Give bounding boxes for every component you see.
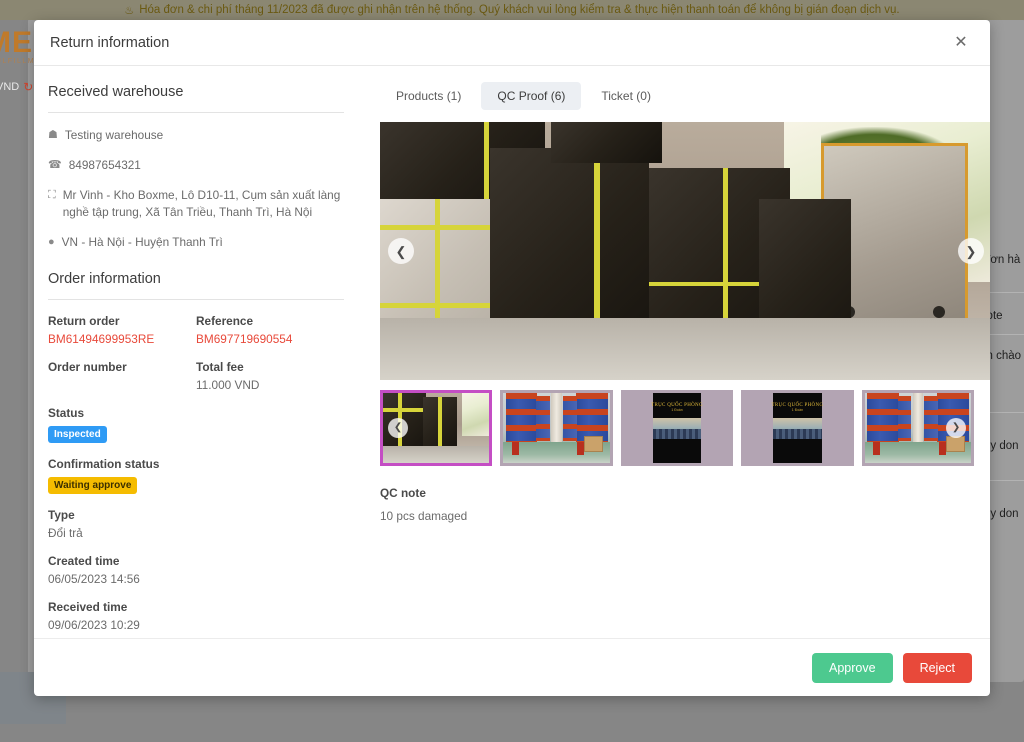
- status-badge: Inspected: [48, 426, 107, 444]
- warehouse-name-row: ☗ Testing warehouse: [48, 127, 344, 144]
- modal-title: Return information: [50, 34, 170, 51]
- arrow-right-circle-icon[interactable]: ❯: [958, 238, 984, 264]
- return-information-modal: Return information ✕ Received warehouse …: [34, 20, 990, 696]
- type-label: Type: [48, 508, 75, 523]
- received-time-value: 09/06/2023 10:29: [48, 618, 140, 633]
- return-order-label: Return order: [48, 314, 120, 329]
- currency-label: VND: [0, 81, 20, 93]
- field-reference: Reference BM697719690554: [196, 314, 344, 346]
- alert-banner-text: Hóa đơn & chi phí tháng 11/2023 đã được …: [139, 4, 900, 16]
- field-status: Status Inspected: [48, 406, 344, 444]
- approve-button[interactable]: Approve: [812, 652, 893, 683]
- field-order-number: Order number: [48, 360, 196, 392]
- warehouse-name: Testing warehouse: [64, 128, 164, 142]
- modal-body: Received warehouse ☗ Testing warehouse ☎…: [34, 66, 990, 638]
- warehouse-address-row: ⛶ Mr Vinh - Kho Boxme, Lô D10-11, Cụm sả…: [48, 187, 344, 221]
- field-received-time: Received time 09/06/2023 10:29: [48, 600, 344, 632]
- portrait-banner-text: TRỤC QUỐC PHÒNG: [771, 402, 824, 408]
- arrow-left-circle-icon[interactable]: ❮: [388, 238, 414, 264]
- reference-value[interactable]: BM697719690554: [196, 332, 344, 346]
- received-time-label: Received time: [48, 600, 128, 615]
- brand-logo: ME: [0, 26, 33, 59]
- received-warehouse-heading: Received warehouse: [48, 84, 344, 113]
- return-order-value[interactable]: BM61494699953RE: [48, 332, 196, 346]
- status-label: Status: [48, 406, 85, 421]
- left-details-column: Received warehouse ☗ Testing warehouse ☎…: [34, 66, 364, 638]
- field-type: Type Đổi trả: [48, 508, 344, 540]
- portrait-banner-subtext: 1 Đoàn: [791, 408, 804, 413]
- refresh-icon[interactable]: ↻: [23, 80, 33, 94]
- arrow-left-circle-icon[interactable]: ❮: [388, 418, 408, 438]
- type-value: Đổi trả: [48, 526, 83, 541]
- thumbnail-item[interactable]: TRỤC QUỐC PHÒNG 1 Đoàn: [620, 390, 734, 466]
- order-number-label: Order number: [48, 360, 127, 375]
- modal-footer: Approve Reject: [34, 638, 990, 696]
- contact-card-icon: ⛶: [48, 189, 56, 202]
- field-created-time: Created time 06/05/2023 14:56: [48, 554, 344, 586]
- tab-products[interactable]: Products (1): [380, 82, 477, 110]
- qc-proof-column: Products (1) QC Proof (6) Ticket (0) ❮ ❯…: [364, 66, 990, 638]
- field-total-fee: Total fee 11.000 VND: [196, 360, 344, 392]
- qc-note-label: QC note: [380, 486, 426, 500]
- close-icon[interactable]: ✕: [950, 32, 972, 54]
- bell-icon: ♨: [124, 4, 135, 17]
- warehouse-region: VN - Hà Nội - Huyện Thanh Trì: [61, 235, 223, 250]
- order-fields: Return order BM61494699953RE Reference B…: [48, 314, 344, 638]
- thumbnail-item[interactable]: ❯: [861, 390, 975, 466]
- order-information-heading: Order information: [48, 271, 344, 301]
- warehouse-phone: 84987654321: [68, 158, 141, 173]
- tab-qc-proof[interactable]: QC Proof (6): [481, 82, 582, 110]
- qc-note-value: 10 pcs damaged: [380, 509, 468, 523]
- modal-header: Return information ✕: [34, 20, 990, 66]
- map-pin-icon: ●: [48, 236, 55, 249]
- reference-label: Reference: [196, 314, 254, 329]
- thumbnail-item[interactable]: TRỤC QUỐC PHÒNG 1 Đoàn: [741, 390, 854, 466]
- arrow-right-circle-icon[interactable]: ❯: [946, 418, 967, 438]
- total-fee-label: Total fee: [196, 360, 244, 375]
- warehouse-address: Mr Vinh - Kho Boxme, Lô D10-11, Cụm sản …: [62, 188, 341, 220]
- portrait-banner-text: TRỤC QUỐC PHÒNG: [651, 402, 703, 408]
- created-time-value: 06/05/2023 14:56: [48, 572, 140, 587]
- phone-icon: ☎: [48, 159, 62, 172]
- created-time-label: Created time: [48, 554, 120, 569]
- warehouse-phone-row: ☎ 84987654321: [48, 157, 344, 174]
- thumbnail-item[interactable]: ❮: [380, 390, 493, 466]
- currency-indicator: VND ↻: [0, 80, 33, 94]
- field-confirmation-status: Confirmation status Waiting approve: [48, 457, 344, 495]
- thumbnail-item[interactable]: [500, 390, 613, 466]
- field-return-order: Return order BM61494699953RE: [48, 314, 196, 346]
- confirmation-status-label: Confirmation status: [48, 457, 160, 472]
- tab-bar: Products (1) QC Proof (6) Ticket (0): [380, 82, 974, 110]
- confirmation-status-badge: Waiting approve: [48, 477, 138, 495]
- image-viewer[interactable]: ❮ ❯: [380, 122, 990, 380]
- thumbnail-strip: ❮ TRỤC QUỐC PHÒNG 1 Đoàn TRỤC QUỐC PHÒNG…: [380, 390, 975, 466]
- viewer-image: [380, 122, 990, 380]
- system-alert-banner: ♨ Hóa đơn & chi phí tháng 11/2023 đã đượ…: [0, 0, 1024, 20]
- portrait-banner-subtext: 1 Đoàn: [671, 408, 683, 413]
- warehouse-region-row: ● VN - Hà Nội - Huyện Thanh Trì: [48, 234, 344, 251]
- tab-ticket[interactable]: Ticket (0): [585, 82, 667, 110]
- total-fee-value: 11.000 VND: [196, 378, 260, 393]
- warehouse-icon: ☗: [48, 129, 58, 141]
- reject-button[interactable]: Reject: [902, 652, 972, 683]
